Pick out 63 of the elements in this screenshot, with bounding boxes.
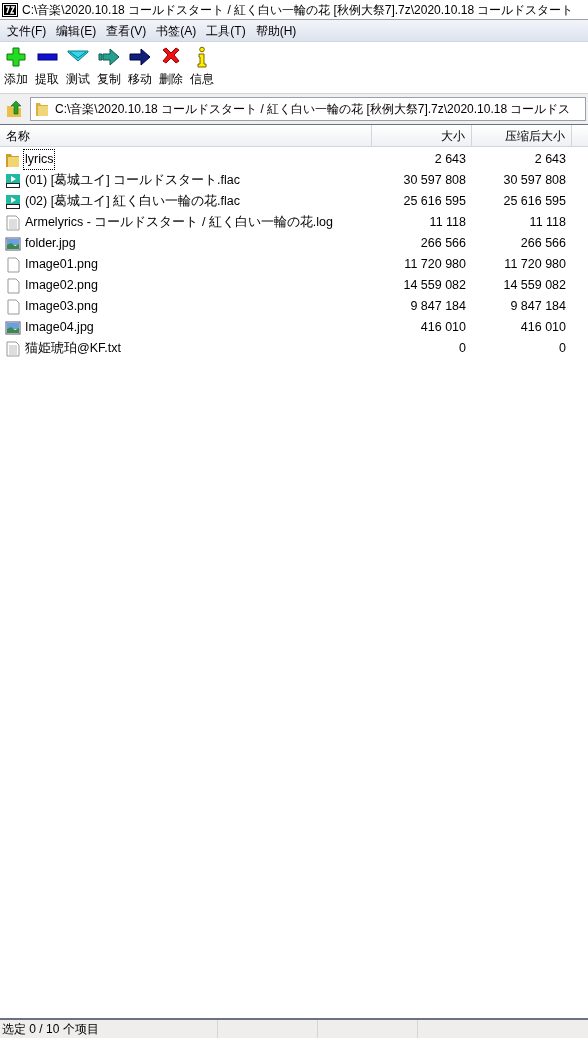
file-name[interactable]: (02) [葛城ユイ] 紅く白い一輪の花.flac bbox=[23, 191, 243, 212]
toolbar-button[interactable]: 添加 bbox=[2, 46, 30, 88]
size-cell-text: 416 010 bbox=[419, 319, 467, 337]
image-file-icon bbox=[5, 319, 21, 336]
size-cell-text: 14 559 082 bbox=[402, 277, 467, 295]
size-cell-text: 416 010 bbox=[519, 319, 567, 337]
size-cell-text: 25 616 595 bbox=[402, 193, 467, 211]
size-cell-text: 25 616 595 bbox=[502, 193, 567, 211]
size-cell-text: 30 597 808 bbox=[402, 172, 467, 190]
audio-file-icon bbox=[5, 193, 21, 210]
text-file-icon bbox=[5, 214, 21, 231]
size-cell-text: 0 bbox=[558, 340, 567, 358]
size-cell-text: 11 720 980 bbox=[503, 256, 567, 274]
toolbar-button[interactable]: 移动 bbox=[126, 46, 154, 88]
toolbar-button[interactable]: 删除 bbox=[157, 46, 185, 88]
toolbar-button[interactable]: 提取 bbox=[33, 46, 61, 88]
audio-file-icon bbox=[5, 172, 21, 189]
size-cell-text: 9 847 184 bbox=[509, 298, 567, 316]
arrow-icon bbox=[129, 46, 151, 68]
window-title: C:\音楽\2020.10.18 コールドスタート / 紅く白い一輪の花 [秋例大祭7].7z\2020.10.18 コールドスタート bbox=[22, 1, 574, 19]
size-cell-text: 14 559 082 bbox=[502, 277, 567, 295]
blank-file-icon bbox=[5, 256, 21, 273]
size-cell-text: 11 720 980 bbox=[403, 256, 467, 274]
size-cell-text: 11 118 bbox=[528, 214, 567, 232]
file-name[interactable]: (01) [葛城ユイ] コールドスタート.flac bbox=[23, 170, 243, 191]
address-field[interactable]: C:\音楽\2020.10.18 コールドスタート / 紅く白い一輪の花 [秋例大祭7].7z\2020.10.18 コールドス bbox=[30, 97, 586, 121]
column-header[interactable]: 名称 bbox=[0, 125, 372, 146]
size-cell-text: 2 643 bbox=[433, 151, 467, 169]
size-cell-text: 266 566 bbox=[419, 235, 467, 253]
menu-item[interactable]: 编辑(E) bbox=[51, 20, 102, 41]
size-cell-text: 0 bbox=[458, 340, 467, 358]
status-text: 选定 0 / 10 个项目 bbox=[0, 1020, 218, 1038]
file-name[interactable]: Image04.jpg bbox=[23, 317, 96, 338]
menu-item[interactable]: 书签(A) bbox=[151, 20, 202, 41]
column-header[interactable]: 压缩后大小 bbox=[472, 125, 572, 146]
size-cell-text: 30 597 808 bbox=[502, 172, 567, 190]
file-name[interactable]: 猫姫琥珀@KF.txt bbox=[23, 338, 123, 359]
toolbar-button[interactable]: 测试 bbox=[64, 46, 92, 88]
size-cell-text: 2 643 bbox=[533, 151, 567, 169]
menu-item[interactable]: 查看(V) bbox=[101, 20, 152, 41]
file-name[interactable]: Armelyrics - コールドスタート / 紅く白い一輪の花.log bbox=[23, 212, 335, 233]
column-header[interactable]: 大小 bbox=[372, 125, 472, 146]
file-name[interactable]: folder.jpg bbox=[23, 233, 78, 254]
menu-item[interactable]: 文件(F) bbox=[2, 20, 52, 41]
file-name[interactable]: Image02.png bbox=[23, 275, 100, 296]
blank-file-icon bbox=[5, 298, 21, 315]
text-file-icon bbox=[5, 340, 21, 357]
file-name[interactable]: Image03.png bbox=[23, 296, 100, 317]
menu-item[interactable]: 工具(T) bbox=[201, 20, 251, 41]
toolbar-button[interactable]: 信息 bbox=[188, 46, 216, 88]
folder-icon bbox=[35, 101, 49, 117]
toolbar-button[interactable]: 复制 bbox=[95, 46, 123, 88]
image-file-icon bbox=[5, 235, 21, 252]
folder-icon bbox=[5, 151, 21, 168]
size-cell-text: 266 566 bbox=[519, 235, 567, 253]
plus-icon bbox=[5, 46, 27, 68]
size-cell-text: 11 118 bbox=[428, 214, 467, 232]
size-cell-text: 9 847 184 bbox=[409, 298, 467, 316]
blank-file-icon bbox=[5, 277, 21, 294]
menu-item[interactable]: 帮助(H) bbox=[250, 20, 302, 41]
file-name[interactable]: lyrics bbox=[23, 149, 56, 170]
file-name[interactable]: Image01.png bbox=[23, 254, 100, 275]
arrow-icon bbox=[98, 46, 120, 68]
